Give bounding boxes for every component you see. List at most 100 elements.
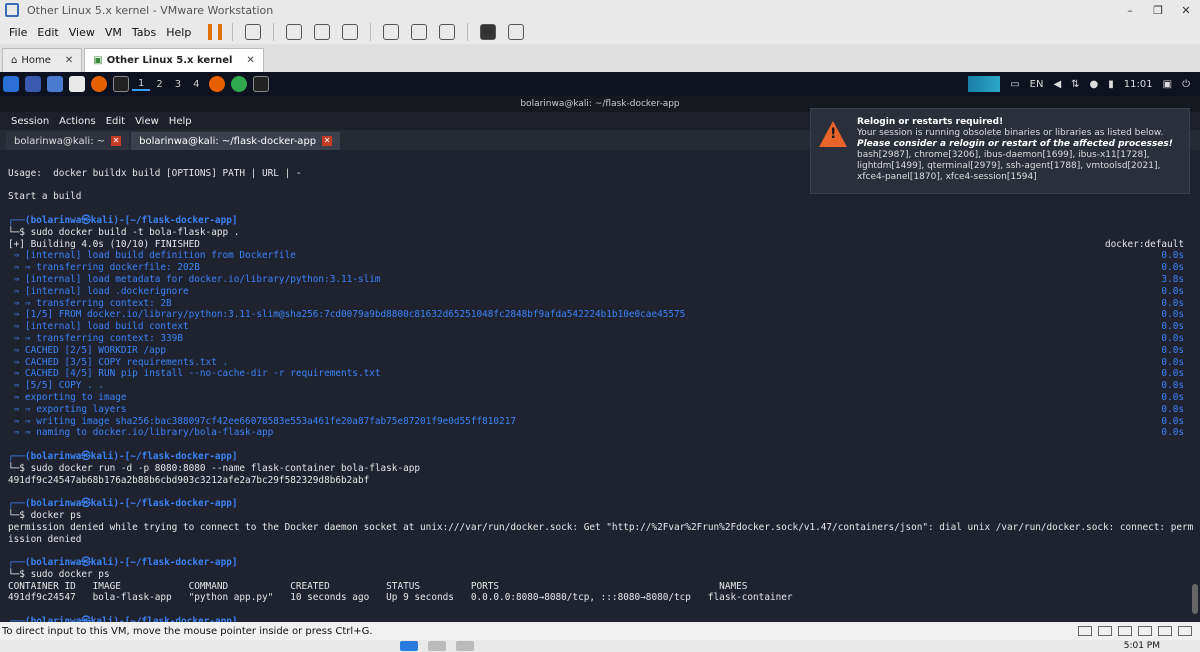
close-tab-icon[interactable]: ✕ bbox=[322, 136, 333, 146]
notification-popup[interactable]: ! Relogin or restarts required! Your ses… bbox=[810, 108, 1190, 194]
usb-icon[interactable] bbox=[1138, 626, 1152, 636]
menu-tabs[interactable]: Tabs bbox=[127, 26, 161, 39]
menu-view[interactable]: View bbox=[64, 26, 100, 39]
menu-help[interactable]: Help bbox=[164, 116, 197, 127]
firefox-task-icon[interactable] bbox=[208, 76, 225, 92]
lock-icon[interactable]: ▣ bbox=[1163, 79, 1172, 90]
terminal-line: ⇒ ⇒ transferring context: 2B 0.0s bbox=[8, 298, 1192, 310]
terminal-line: ⇒ [internal] load build context 0.0s bbox=[8, 321, 1192, 333]
taskview-icon[interactable] bbox=[456, 641, 474, 651]
search-icon[interactable] bbox=[428, 641, 446, 651]
workspace-1[interactable]: 1 bbox=[132, 78, 151, 91]
file-manager-icon[interactable] bbox=[47, 76, 63, 92]
terminal-line-text: [+] Building 4.0s (10/10) FINISHED bbox=[8, 238, 200, 250]
text-editor-icon[interactable] bbox=[69, 76, 85, 92]
terminal-icon[interactable] bbox=[113, 76, 129, 92]
terminal-line-duration: 0.0s bbox=[1161, 250, 1184, 262]
terminal-line-duration: 0.0s bbox=[1161, 356, 1184, 368]
close-tab-icon[interactable]: ✕ bbox=[246, 55, 254, 66]
snapshot-manager-icon[interactable] bbox=[342, 24, 359, 40]
terminal-line-duration: 0.0s bbox=[1161, 403, 1184, 415]
vmware-logo-icon bbox=[5, 3, 19, 17]
minimize-icon[interactable]: – bbox=[1116, 4, 1144, 17]
revert-snapshot-icon[interactable] bbox=[314, 24, 331, 40]
pause-icon[interactable] bbox=[208, 24, 223, 40]
taskbar-clock[interactable]: 5:01 PM bbox=[1124, 641, 1200, 651]
terminal-task-icon[interactable] bbox=[252, 76, 269, 92]
terminal-line-text: ⇒ ⇒ exporting layers bbox=[8, 403, 127, 415]
vmware-tabs: ⌂ Home ✕ ▣ Other Linux 5.x kernel ✕ bbox=[0, 44, 1200, 72]
menu-edit[interactable]: Edit bbox=[32, 26, 63, 39]
menu-vm[interactable]: VM bbox=[100, 26, 127, 39]
terminal-line: 491df9c24547 bola-flask-app "python app.… bbox=[8, 592, 1192, 604]
menu-file[interactable]: File bbox=[4, 26, 32, 39]
network-icon[interactable]: ⇅ bbox=[1071, 79, 1079, 90]
cpu-graph bbox=[920, 76, 1001, 92]
terminal-line-text: CONTAINER ID IMAGE COMMAND CREATED STATU… bbox=[8, 580, 748, 592]
firefox-icon[interactable] bbox=[91, 76, 107, 92]
tab-vm[interactable]: ▣ Other Linux 5.x kernel ✕ bbox=[84, 48, 264, 72]
hdd-icon[interactable] bbox=[1078, 626, 1092, 636]
menu-session[interactable]: Session bbox=[6, 116, 54, 127]
menu-help[interactable]: Help bbox=[161, 26, 196, 39]
menu-view[interactable]: View bbox=[130, 116, 164, 127]
console-view-icon[interactable] bbox=[480, 24, 497, 40]
terminal-line-duration: 0.0s bbox=[1161, 309, 1184, 321]
send-keys-icon[interactable] bbox=[245, 24, 262, 40]
kali-menu-icon[interactable] bbox=[3, 76, 19, 92]
terminal-line-text: ⇒ [internal] load .dockerignore bbox=[8, 285, 189, 297]
terminal-line-text: ⇒ ⇒ writing image sha256:bac388097cf42ee… bbox=[8, 415, 516, 427]
terminal-line: ⇒ ⇒ writing image sha256:bac388097cf42ee… bbox=[8, 416, 1192, 428]
close-tab-icon[interactable]: ✕ bbox=[65, 55, 73, 66]
volume-icon[interactable]: ◀ bbox=[1053, 79, 1061, 90]
workspace-2[interactable]: 2 bbox=[150, 79, 168, 90]
workspace-indicator-icon[interactable]: ▭ bbox=[1010, 79, 1019, 90]
home-icon: ⌂ bbox=[11, 55, 18, 66]
chrome-task-icon[interactable] bbox=[230, 76, 247, 92]
workspace-4[interactable]: 4 bbox=[187, 79, 205, 90]
terminal-line-text: ⇒ ⇒ transferring context: 2B bbox=[8, 297, 172, 309]
terminal-tab-app[interactable]: bolarinwa@kali: ~/flask-docker-app ✕ bbox=[131, 132, 341, 150]
thumbnail-icon[interactable] bbox=[411, 24, 428, 40]
tab-home[interactable]: ⌂ Home ✕ bbox=[2, 48, 83, 72]
terminal-line: ⇒ CACHED [4/5] RUN pip install --no-cach… bbox=[8, 368, 1192, 380]
close-icon[interactable]: ✕ bbox=[1172, 4, 1200, 17]
workspace-3[interactable]: 3 bbox=[169, 79, 187, 90]
terminal-line-text: ⇒ [1/5] FROM docker.io/library/python:3.… bbox=[8, 309, 686, 321]
notification-processes: bash[2987], chrome[3206], ibus-daemon[16… bbox=[857, 150, 1161, 182]
terminal-output[interactable]: Usage: docker buildx build [OPTIONS] PAT… bbox=[0, 150, 1200, 622]
terminal-scrollbar[interactable] bbox=[1192, 150, 1198, 622]
clock[interactable]: 11:01 bbox=[1124, 79, 1153, 90]
terminal-line: ⇒ ⇒ transferring dockerfile: 202B 0.0s bbox=[8, 262, 1192, 274]
menu-actions[interactable]: Actions bbox=[54, 116, 101, 127]
terminal-line-duration: 0.0s bbox=[1161, 285, 1184, 297]
terminal-line-duration: 0.0s bbox=[1161, 380, 1184, 392]
snapshot-icon[interactable] bbox=[286, 24, 303, 40]
terminal-line-text: ⇒ [internal] load metadata for docker.io… bbox=[8, 273, 381, 285]
cd-icon[interactable] bbox=[1098, 626, 1112, 636]
network-adapter-icon[interactable] bbox=[1118, 626, 1132, 636]
terminal-line: └─$ sudo docker run -d -p 8080:8080 --na… bbox=[8, 463, 1192, 475]
menu-edit[interactable]: Edit bbox=[101, 116, 130, 127]
display-icon[interactable] bbox=[1178, 626, 1192, 636]
notification-bell-icon[interactable]: ● bbox=[1090, 79, 1099, 90]
stretch-icon[interactable] bbox=[508, 24, 525, 40]
language-indicator[interactable]: EN bbox=[1030, 79, 1044, 90]
terminal-line-text: ⇒ ⇒ transferring context: 339B bbox=[8, 332, 183, 344]
start-icon[interactable] bbox=[400, 641, 418, 651]
fullscreen-icon[interactable] bbox=[439, 24, 456, 40]
sound-icon[interactable] bbox=[1158, 626, 1172, 636]
power-icon[interactable]: ⏻ bbox=[1182, 79, 1190, 90]
battery-icon[interactable]: ▮ bbox=[1108, 79, 1114, 90]
close-tab-icon[interactable]: ✕ bbox=[111, 136, 122, 146]
terminal-line-text: └─$ sudo docker build -t bola-flask-app … bbox=[8, 226, 240, 238]
terminal-line: ⇒ [5/5] COPY . . 0.0s bbox=[8, 380, 1192, 392]
show-desktop-icon[interactable] bbox=[25, 76, 41, 92]
terminal-line: ⇒ [internal] load build definition from … bbox=[8, 250, 1192, 262]
terminal-line-text: └─$ sudo docker ps bbox=[8, 568, 110, 580]
terminal-tab-home[interactable]: bolarinwa@kali: ~ ✕ bbox=[6, 132, 130, 150]
vmware-statusbar: To direct input to this VM, move the mou… bbox=[0, 622, 1200, 640]
sidebar-toggle-icon[interactable] bbox=[383, 24, 400, 40]
maximize-icon[interactable]: ❐ bbox=[1144, 4, 1172, 17]
